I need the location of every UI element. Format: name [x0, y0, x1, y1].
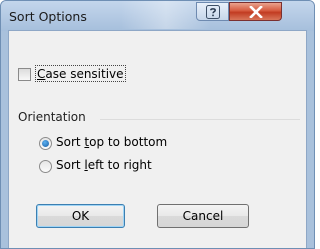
close-x-icon: [248, 5, 263, 18]
radio-selected-dot: [42, 140, 49, 147]
cancel-button[interactable]: Cancel: [157, 204, 249, 228]
orientation-group-divider: [100, 119, 300, 120]
help-button[interactable]: [196, 2, 229, 21]
radio-label-prefix: Sort: [56, 158, 85, 172]
sort-top-to-bottom-radio[interactable]: [39, 137, 52, 150]
radio-label-rest: op to bottom: [89, 135, 168, 149]
ok-button[interactable]: OK: [36, 204, 125, 228]
sort-left-to-right-label[interactable]: Sort left to right: [56, 158, 152, 172]
orientation-group-label: Orientation: [18, 110, 86, 124]
question-mark-icon: [205, 4, 220, 19]
sort-top-to-bottom-label[interactable]: Sort top to bottom: [56, 135, 167, 149]
case-sensitive-label[interactable]: Case sensitive: [35, 65, 126, 82]
case-sensitive-checkbox[interactable]: [18, 68, 31, 81]
dialog-body: Case sensitive Orientation Sort top to b…: [8, 30, 307, 248]
case-sensitive-label-rest: ase sensitive: [45, 67, 124, 81]
radio-label-prefix: Sort: [56, 135, 85, 149]
radio-label-rest: eft to right: [87, 158, 152, 172]
close-button[interactable]: [229, 2, 282, 21]
dialog-title: Sort Options: [9, 9, 87, 24]
title-bar[interactable]: Sort Options: [1, 1, 314, 31]
sort-options-dialog: Sort Options Case sensitive Orientation …: [0, 0, 315, 249]
sort-left-to-right-radio[interactable]: [39, 160, 52, 173]
